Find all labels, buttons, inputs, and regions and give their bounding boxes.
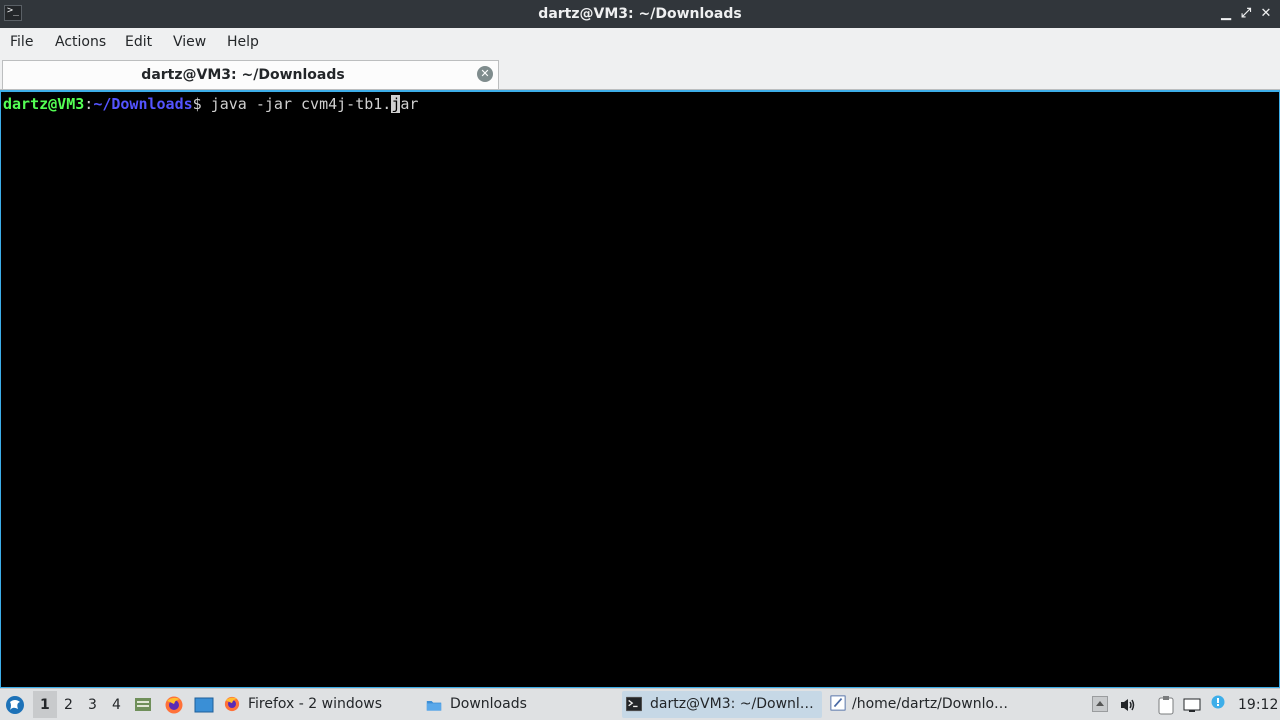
text-editor-icon: [830, 695, 846, 711]
command-text-tail: ar: [400, 95, 419, 113]
command-text: java -jar cvm4j-tb1.: [210, 95, 392, 113]
firefox-launcher-icon[interactable]: [164, 695, 184, 715]
menu-file[interactable]: File: [10, 34, 33, 50]
menu-help[interactable]: Help: [227, 34, 259, 50]
terminal-line: dartz@VM3:~/Downloads$ java -jar cvm4j-t…: [3, 95, 418, 113]
file-manager-launcher-icon[interactable]: [134, 696, 152, 712]
task-label: dartz@VM3: ~/Downl…: [650, 696, 814, 712]
tab-close-icon[interactable]: ✕: [477, 66, 493, 82]
task-label: Firefox - 2 windows: [248, 696, 383, 712]
folder-icon: [426, 701, 442, 711]
desktop-1-button[interactable]: 1: [40, 697, 50, 713]
desktop-3-button[interactable]: 3: [88, 697, 97, 713]
tab-bar: dartz@VM3: ~/Downloads ✕: [0, 58, 1280, 90]
tab-label: dartz@VM3: ~/Downloads: [141, 67, 345, 83]
prompt-path: ~/Downloads: [93, 95, 193, 113]
prompt-separator: :: [84, 95, 94, 113]
close-button[interactable]: ✕: [1258, 6, 1274, 22]
task-firefox[interactable]: Firefox - 2 windows: [222, 691, 418, 718]
task-terminal[interactable]: dartz@VM3: ~/Downl…: [622, 691, 822, 718]
window-titlebar[interactable]: >_ dartz@VM3: ~/Downloads ▁ ⤢ ✕: [0, 0, 1280, 28]
tab-terminal[interactable]: dartz@VM3: ~/Downloads ✕: [2, 60, 499, 89]
start-menu-icon[interactable]: [4, 694, 26, 716]
show-desktop-icon[interactable]: [194, 697, 214, 713]
task-label: /home/dartz/Downlo…: [852, 696, 1009, 712]
network-icon[interactable]: [1183, 696, 1201, 712]
prompt-user: dartz@VM3: [3, 95, 85, 113]
terminal-area[interactable]: dartz@VM3:~/Downloads$ java -jar cvm4j-t…: [0, 90, 1280, 688]
minimize-button[interactable]: ▁: [1218, 6, 1234, 22]
desktop-2-button[interactable]: 2: [64, 697, 73, 713]
task-downloads[interactable]: Downloads: [424, 691, 620, 718]
window-title: dartz@VM3: ~/Downloads: [538, 6, 742, 22]
menu-bar: File Actions Edit View Help: [0, 28, 1280, 58]
volume-icon[interactable]: [1120, 697, 1136, 713]
taskbar: 1 2 3 4 Firefox - 2 windows Downloads da…: [0, 688, 1280, 720]
terminal-icon: [626, 696, 642, 712]
menu-actions[interactable]: Actions: [55, 34, 106, 50]
menu-edit[interactable]: Edit: [125, 34, 152, 50]
tray-expand-icon[interactable]: [1092, 696, 1108, 712]
clock[interactable]: 19:12: [1238, 697, 1278, 713]
menu-view[interactable]: View: [173, 34, 206, 50]
prompt-symbol: $: [192, 95, 211, 113]
desktop-4-button[interactable]: 4: [112, 697, 121, 713]
firefox-icon: [224, 696, 240, 712]
notification-icon[interactable]: [1211, 695, 1227, 711]
task-text-editor[interactable]: /home/dartz/Downlo…: [826, 691, 1026, 718]
maximize-button[interactable]: ⤢: [1238, 6, 1254, 22]
clipboard-icon[interactable]: [1157, 695, 1174, 715]
task-label: Downloads: [450, 696, 527, 712]
